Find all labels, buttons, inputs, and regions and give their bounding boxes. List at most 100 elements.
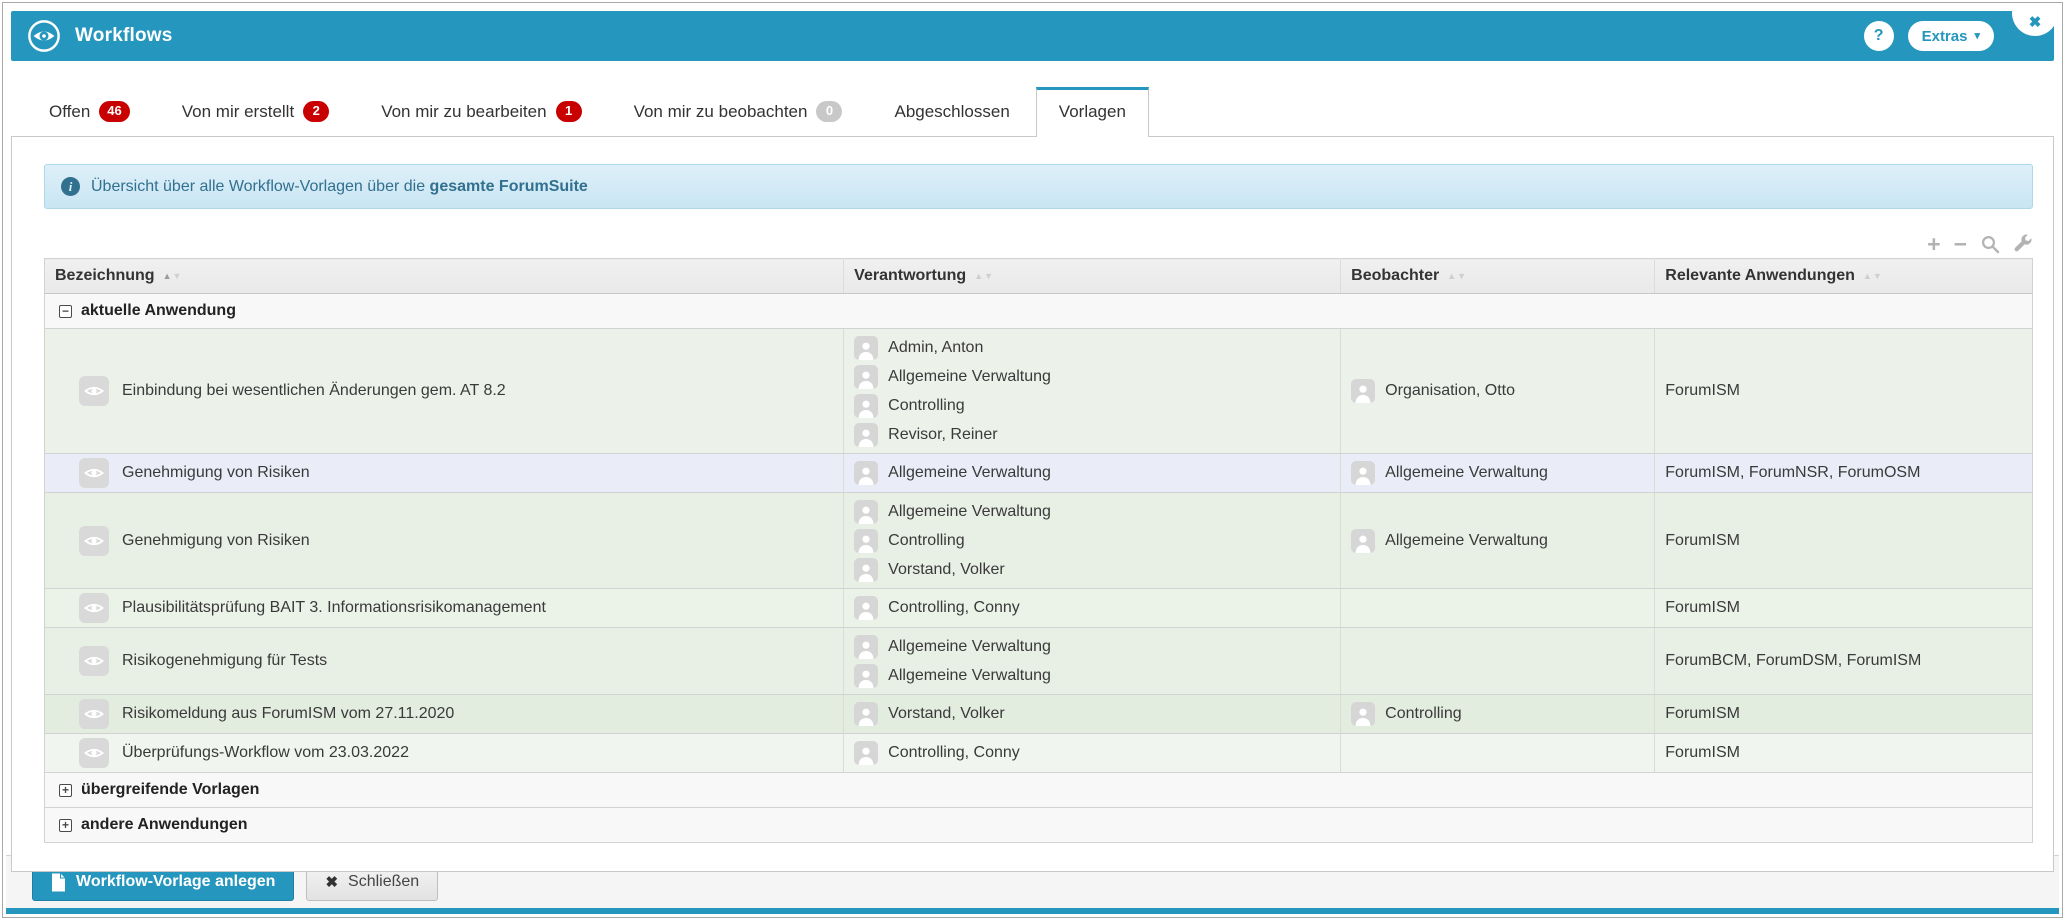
minus-icon[interactable]: − <box>1954 233 1967 256</box>
template-row[interactable]: Risikogenehmigung für Tests Allgemeine Ve… <box>44 627 2033 695</box>
wrench-icon[interactable] <box>2013 234 2033 254</box>
verantwortung-cell: Controlling, Conny <box>843 588 1342 628</box>
x-icon: ✖ <box>325 874 339 891</box>
workflow-eye-icon <box>79 525 109 556</box>
person-item: Vorstand, Volker <box>854 555 1330 584</box>
chevron-down-icon: ▾ <box>1974 29 1980 42</box>
table-header-row: Bezeichnung ▲▼ Verantwortung ▲▼ Beobachter ▲▼… <box>44 258 2033 294</box>
workflows-eye-icon <box>27 19 61 53</box>
expand-icon: + <box>59 784 72 797</box>
person-item: Allgemeine Verwaltung <box>854 661 1330 690</box>
column-header-bezeichnung[interactable]: Bezeichnung ▲▼ <box>44 258 845 294</box>
tab-von-mir-erstellt[interactable]: Von mir erstellt 2 <box>156 87 355 136</box>
relevante-anwendungen-cell: ForumISM <box>1654 492 2033 589</box>
tab-label: Offen <box>49 101 91 121</box>
table-body: − aktuelle Anwendung Einbindung bei wesent… <box>44 293 2033 843</box>
bezeichnung-cell: Risikomeldung aus ForumISM vom 27.11.202… <box>44 694 845 734</box>
question-icon: ? <box>1873 27 1884 44</box>
person-name: Allgemeine Verwaltung <box>888 464 1051 481</box>
extras-button[interactable]: Extras ▾ <box>1907 21 1994 51</box>
tab-count-badge: 46 <box>99 101 130 122</box>
workflow-eye-icon <box>79 699 109 729</box>
tab-von-mir-zu-beobachten[interactable]: Von mir zu beobachten 0 <box>608 87 869 136</box>
close-dialog-label: Schließen <box>348 873 420 890</box>
workflow-eye-icon <box>79 738 109 768</box>
beobachter-cell <box>1340 588 1656 628</box>
info-banner: i Übersicht über alle Workflow-Vorlagen … <box>44 164 2033 209</box>
sort-desc-icon: ▼ <box>1457 271 1468 281</box>
help-button[interactable]: ? <box>1863 21 1894 51</box>
tab-label: Vorlagen <box>1058 102 1126 121</box>
group-label: aktuelle Anwendung <box>81 302 236 319</box>
tab-count-badge: 2 <box>303 101 330 122</box>
template-row[interactable]: Genehmigung von Risiken Allgemeine Verwal… <box>44 453 2033 493</box>
tab-abgeschlossen[interactable]: Abgeschlossen <box>868 87 1035 136</box>
extras-label: Extras <box>1921 27 1968 45</box>
person-item: Allgemeine Verwaltung <box>854 362 1330 391</box>
collapse-icon: − <box>59 305 72 318</box>
template-name: Risikomeldung aus ForumISM vom 27.11.202… <box>122 705 455 722</box>
workflow-eye-icon <box>79 376 109 406</box>
group-row-andere-anwendungen[interactable]: + andere Anwendungen <box>44 807 2033 843</box>
template-name: Plausibilitätsprüfung BAIT 3. Informatio… <box>122 599 546 616</box>
group-row-bergreifende-vorlagen[interactable]: + übergreifende Vorlagen <box>44 772 2033 808</box>
column-header-relevante-anwendungen[interactable]: Relevante Anwendungen ▲▼ <box>1654 258 2033 294</box>
template-row[interactable]: Risikomeldung aus ForumISM vom 27.11.202… <box>44 694 2033 734</box>
bezeichnung-cell: Genehmigung von Risiken <box>44 492 845 589</box>
verantwortung-cell: Controlling, Conny <box>843 733 1342 773</box>
person-icon <box>854 557 879 582</box>
person-item: Controlling <box>1351 700 1644 729</box>
group-label: andere Anwendungen <box>81 816 248 833</box>
beobachter-cell <box>1340 627 1656 695</box>
relevante-anwendungen-cell: ForumISM <box>1654 733 2033 773</box>
person-item: Controlling <box>854 391 1330 420</box>
tab-vorlagen[interactable]: Vorlagen <box>1035 87 1149 137</box>
sort-desc-icon: ▼ <box>1872 271 1883 281</box>
person-item: Organisation, Otto <box>1351 377 1644 406</box>
template-row[interactable]: Plausibilitätsprüfung BAIT 3. Informatio… <box>44 588 2033 628</box>
person-name: Controlling <box>888 396 965 414</box>
person-name: Controlling <box>1385 705 1462 722</box>
page-title: Workflows <box>75 25 173 46</box>
beobachter-cell: Organisation, Otto <box>1340 328 1656 454</box>
info-banner-text: Übersicht über alle Workflow-Vorlagen üb… <box>91 177 588 195</box>
column-label: Bezeichnung <box>55 267 155 284</box>
sort-icons: ▲▼ <box>1447 271 1467 281</box>
person-icon <box>1351 461 1376 485</box>
template-name: Risikogenehmigung für Tests <box>122 652 328 669</box>
tab-bar: Offen 46 Von mir erstellt 2 Von mir zu bearb… <box>11 87 2054 137</box>
tab-offen[interactable]: Offen 46 <box>23 87 156 136</box>
verantwortung-cell: Admin, Anton Allgemeine Verwaltung Control… <box>843 328 1342 454</box>
person-item: Vorstand, Volker <box>854 700 1330 729</box>
person-name: Allgemeine Verwaltung <box>888 637 1051 655</box>
tab-von-mir-zu-bearbeiten[interactable]: Von mir zu bearbeiten 1 <box>355 87 607 136</box>
template-row[interactable]: Überprüfungs-Workflow vom 23.03.2022 Cont… <box>44 733 2033 773</box>
group-cell: + andere Anwendungen <box>44 807 2033 843</box>
search-icon[interactable] <box>1980 234 2000 254</box>
tab-panel-vorlagen: i Übersicht über alle Workflow-Vorlagen … <box>11 136 2054 872</box>
person-icon <box>854 663 879 688</box>
person-item: Allgemeine Verwaltung <box>854 497 1330 526</box>
column-header-verantwortung[interactable]: Verantwortung ▲▼ <box>843 258 1342 294</box>
person-name: Allgemeine Verwaltung <box>1385 464 1548 481</box>
sort-asc-icon: ▲ <box>162 271 173 281</box>
column-header-beobachter[interactable]: Beobachter ▲▼ <box>1340 258 1656 294</box>
template-row[interactable]: Genehmigung von Risiken Allgemeine Verwal… <box>44 492 2033 589</box>
person-icon <box>854 461 879 485</box>
relevante-anwendungen-cell: ForumISM <box>1654 588 2033 628</box>
person-name: Vorstand, Volker <box>888 560 1005 578</box>
group-row-aktuelle-anwendung[interactable]: − aktuelle Anwendung <box>44 293 2033 329</box>
relevante-anwendungen-cell: ForumBCM, ForumDSM, ForumISM <box>1654 627 2033 695</box>
column-label: Beobachter <box>1351 267 1440 284</box>
sort-desc-icon: ▼ <box>984 271 995 281</box>
tab-label: Von mir erstellt <box>181 101 295 121</box>
plus-icon[interactable]: + <box>1927 233 1940 256</box>
titlebar: Workflows ? Extras ▾ <box>11 11 2054 61</box>
person-icon <box>854 528 879 553</box>
template-row[interactable]: Einbindung bei wesentlichen Änderungen g… <box>44 328 2033 454</box>
bezeichnung-cell: Risikogenehmigung für Tests <box>44 627 845 695</box>
sort-asc-icon: ▲ <box>1447 271 1458 281</box>
person-name: Allgemeine Verwaltung <box>888 666 1051 684</box>
verantwortung-cell: Allgemeine Verwaltung Controlling Vorstand… <box>843 492 1342 589</box>
beobachter-cell: Controlling <box>1340 694 1656 734</box>
